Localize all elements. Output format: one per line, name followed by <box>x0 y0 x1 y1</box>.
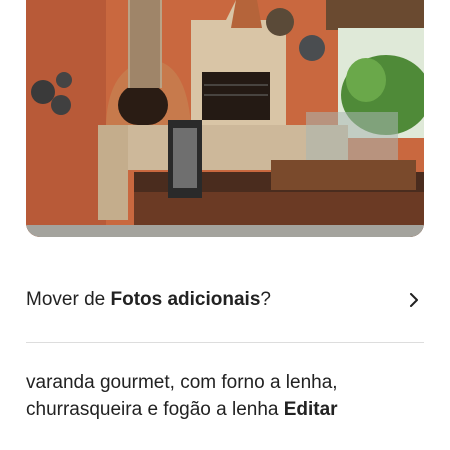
listing-photo-image <box>26 0 424 237</box>
album-name: Fotos adicionais <box>110 289 261 310</box>
move-album-text: Mover de Fotos adicionais? <box>26 288 271 312</box>
divider <box>26 342 424 343</box>
listing-photo[interactable] <box>26 0 424 237</box>
photo-caption: varanda gourmet, com forno a lenha, chur… <box>26 369 424 423</box>
edit-caption-link[interactable]: Editar <box>284 399 338 420</box>
move-suffix: ? <box>260 289 271 310</box>
move-album-row[interactable]: Mover de Fotos adicionais? <box>26 278 424 322</box>
move-prefix: Mover de <box>26 289 111 310</box>
chevron-right-icon <box>404 290 424 310</box>
